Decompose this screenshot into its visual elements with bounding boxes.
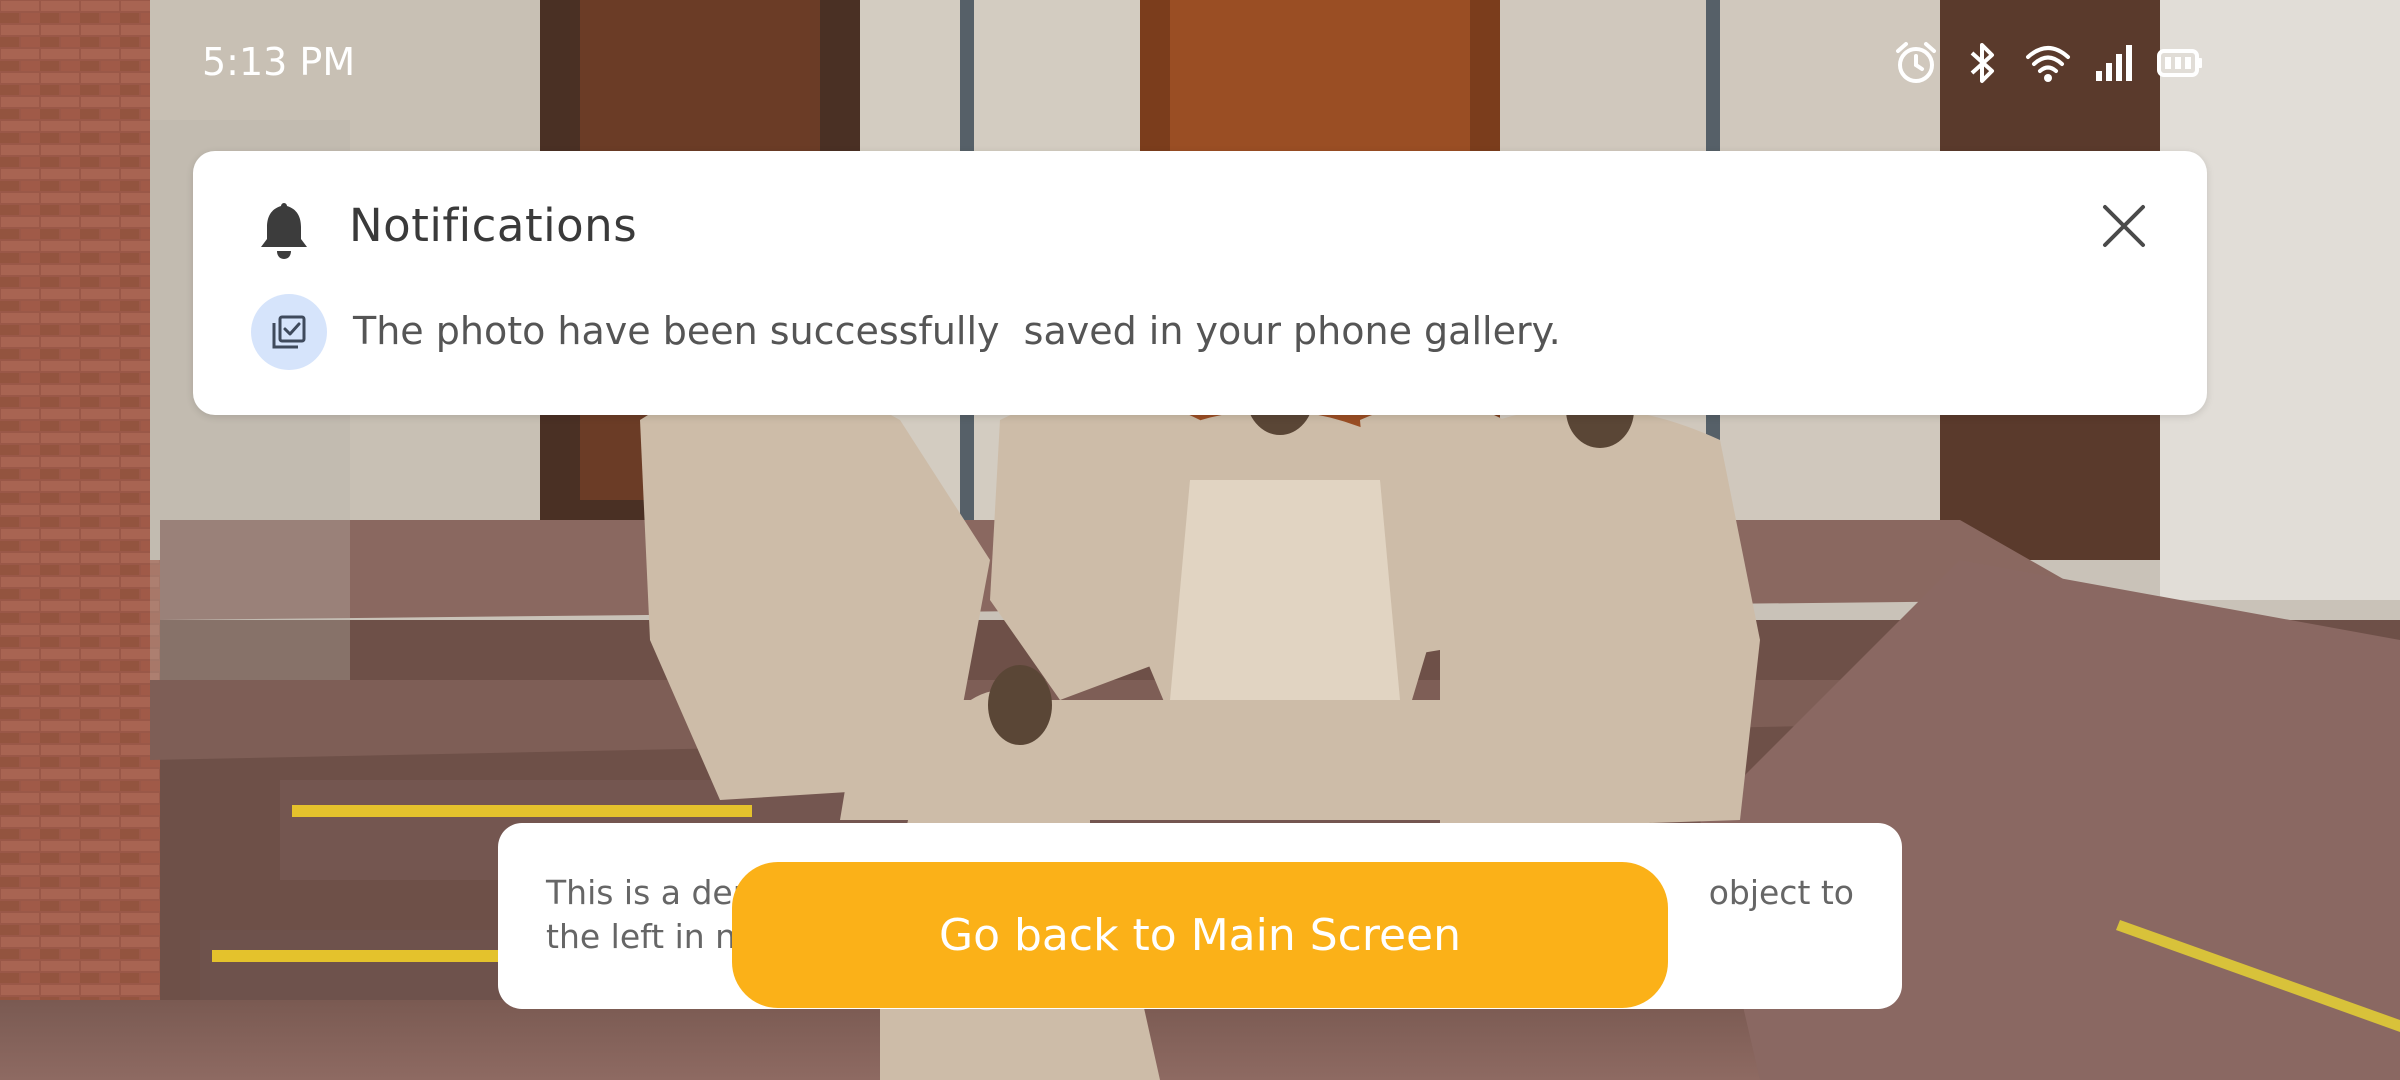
bluetooth-icon	[1970, 43, 1994, 83]
go-back-main-screen-button[interactable]: Go back to Main Screen	[732, 862, 1668, 1008]
wifi-icon	[2026, 46, 2070, 82]
notification-message: The photo have been successfully saved i…	[353, 309, 1561, 353]
gallery-saved-icon	[272, 315, 306, 349]
close-icon[interactable]	[2101, 203, 2147, 249]
notification-title: Notifications	[349, 199, 638, 252]
signal-icon	[2096, 45, 2132, 81]
bell-icon	[261, 203, 307, 259]
info-text-right: object to	[1708, 873, 1854, 912]
alarm-icon	[1896, 42, 1936, 83]
info-text-left-2: the left in no	[546, 917, 757, 956]
notification-card: Notifications The photo have been succes…	[193, 151, 2207, 415]
battery-icon	[2157, 49, 2202, 77]
info-text-left: This is a der	[546, 873, 747, 912]
status-bar-icons	[1892, 38, 2204, 88]
gallery-saved-icon-badge	[251, 294, 327, 370]
status-bar-time: 5:13 PM	[202, 40, 356, 84]
